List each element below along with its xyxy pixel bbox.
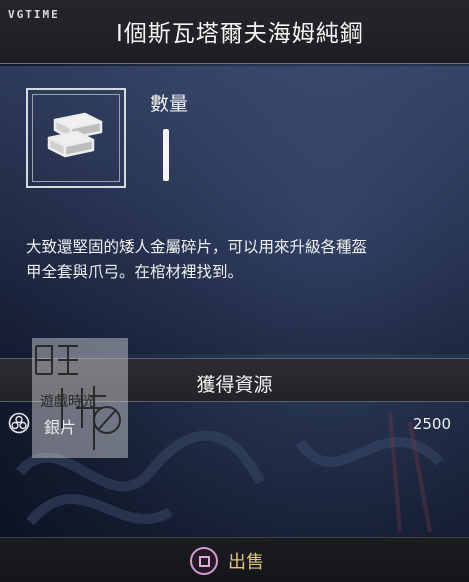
sell-label: 出售 [228, 552, 264, 573]
item-icon-frame [26, 88, 126, 188]
hacksilver-icon [8, 412, 30, 434]
resource-value: 2500 [412, 415, 451, 433]
site-logo-icon: 遊戲時光 [35, 345, 121, 450]
item-details-panel: 數量 大致還堅固的矮人金屬碎片，可以用來升級各種盔 甲全套與爪弓。在棺材裡找到。 [0, 66, 469, 354]
silver-ingots-icon [47, 112, 103, 158]
item-description: 大致還堅固的矮人金屬碎片，可以用來升級各種盔 甲全套與爪弓。在棺材裡找到。 [26, 235, 446, 285]
vendor-item-screen: VGTIME I個斯瓦塔爾夫海姆純鋼 數量 大致還堅固的矮人金屬碎片，可以用來升… [0, 0, 469, 582]
quantity-label: 數量 [150, 93, 189, 115]
logo-text: 遊戲時光 [40, 394, 96, 410]
item-header: VGTIME I個斯瓦塔爾夫海姆純鋼 [0, 0, 469, 64]
description-line: 甲全套與爪弓。在棺材裡找到。 [26, 263, 244, 281]
description-line: 大致還堅固的矮人金屬碎片，可以用來升級各種盔 [26, 238, 368, 256]
item-title: I個斯瓦塔爾夫海姆純鋼 [116, 21, 364, 47]
footer-bar: 出售 [0, 537, 469, 582]
watermark-text: VGTIME [8, 7, 60, 21]
quantity-input-cursor[interactable] [163, 129, 169, 181]
site-logo-overlay: 遊戲時光 [32, 338, 128, 458]
square-button-icon [190, 547, 218, 575]
vgtime-watermark: VGTIME [8, 6, 60, 22]
sell-button[interactable]: 出售 [190, 546, 264, 576]
